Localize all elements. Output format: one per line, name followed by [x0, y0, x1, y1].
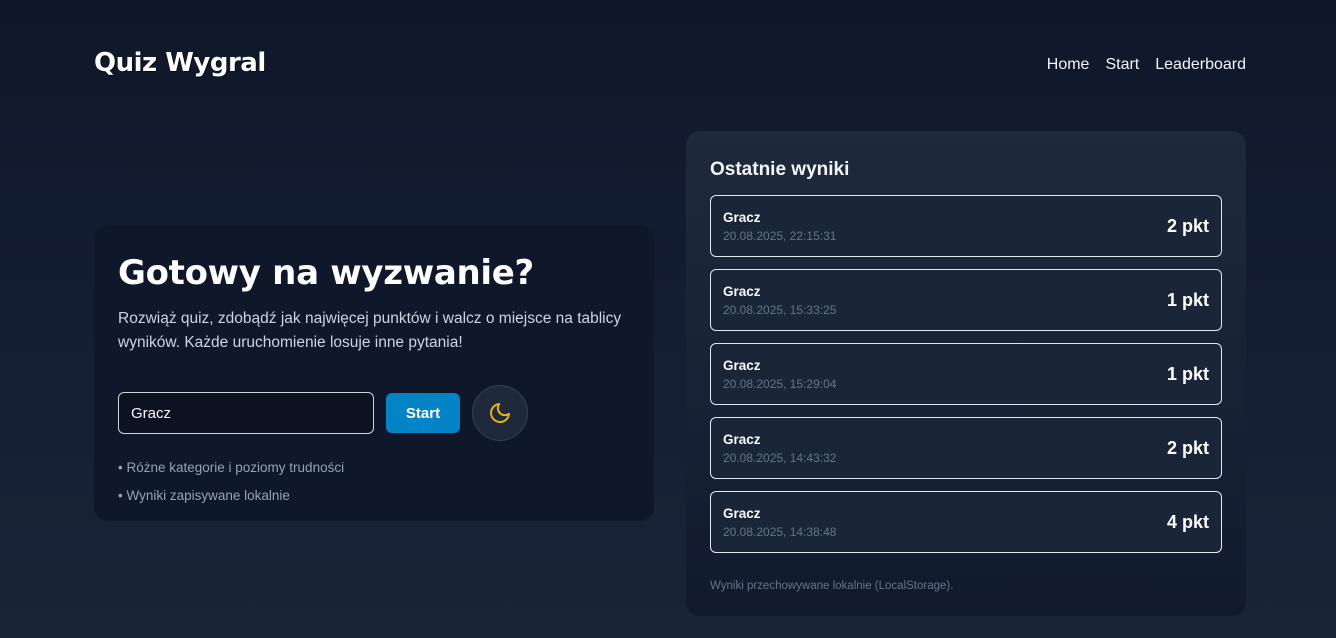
results-title: Ostatnie wyniki: [710, 159, 850, 180]
hero-title: Gotowy na wyzwanie?: [118, 253, 534, 293]
start-form: Start: [118, 385, 630, 441]
result-date: 20.08.2025, 14:38:48: [723, 524, 837, 539]
result-score: 4 pkt: [1166, 511, 1209, 532]
result-player-name: Gracz: [723, 283, 761, 299]
player-name-input[interactable]: [118, 392, 374, 434]
nav-link-start[interactable]: Start: [1105, 56, 1139, 74]
nav-link-home[interactable]: Home: [1047, 56, 1090, 74]
nav-link-leaderboard[interactable]: Leaderboard: [1155, 56, 1246, 74]
site-logo[interactable]: Quiz Wygral: [94, 48, 266, 78]
result-item: Gracz 20.08.2025, 15:29:04 1 pkt: [710, 343, 1222, 405]
recent-results-card: Ostatnie wyniki Gracz 20.08.2025, 22:15:…: [686, 131, 1246, 616]
result-item: Gracz 20.08.2025, 15:33:25 1 pkt: [710, 269, 1222, 331]
result-item: Gracz 20.08.2025, 22:15:31 2 pkt: [710, 195, 1222, 257]
result-date: 20.08.2025, 22:15:31: [723, 228, 837, 243]
result-item: Gracz 20.08.2025, 14:38:48 4 pkt: [710, 491, 1222, 553]
result-player-name: Gracz: [723, 357, 761, 373]
result-item: Gracz 20.08.2025, 14:43:32 2 pkt: [710, 417, 1222, 479]
result-player-name: Gracz: [723, 505, 761, 521]
result-score: 2 pkt: [1166, 437, 1209, 458]
result-player-name: Gracz: [723, 209, 761, 225]
feature-list: • Różne kategorie i poziomy trudności • …: [118, 459, 630, 505]
results-list: Gracz 20.08.2025, 22:15:31 2 pkt Gracz 2…: [710, 195, 1222, 553]
main-nav: Home Start Leaderboard: [1047, 56, 1246, 74]
start-button[interactable]: Start: [386, 393, 460, 433]
result-player-name: Gracz: [723, 431, 761, 447]
hero-description: Rozwiąż quiz, zdobądź jak najwięcej punk…: [118, 310, 622, 351]
theme-toggle-button[interactable]: [472, 385, 528, 441]
moon-icon: [490, 403, 510, 423]
result-score: 1 pkt: [1166, 363, 1209, 384]
result-date: 20.08.2025, 15:33:25: [723, 302, 837, 317]
result-score: 1 pkt: [1166, 289, 1209, 310]
feature-item: • Różne kategorie i poziomy trudności: [118, 460, 345, 475]
feature-item: • Wyniki zapisywane lokalnie: [118, 488, 290, 503]
result-date: 20.08.2025, 15:29:04: [723, 376, 837, 391]
result-score: 2 pkt: [1166, 215, 1209, 236]
storage-note: Wyniki przechowywane lokalnie (LocalStor…: [710, 580, 954, 592]
result-date: 20.08.2025, 14:43:32: [723, 450, 837, 465]
hero-card: Gotowy na wyzwanie? Rozwiąż quiz, zdobąd…: [94, 225, 654, 521]
